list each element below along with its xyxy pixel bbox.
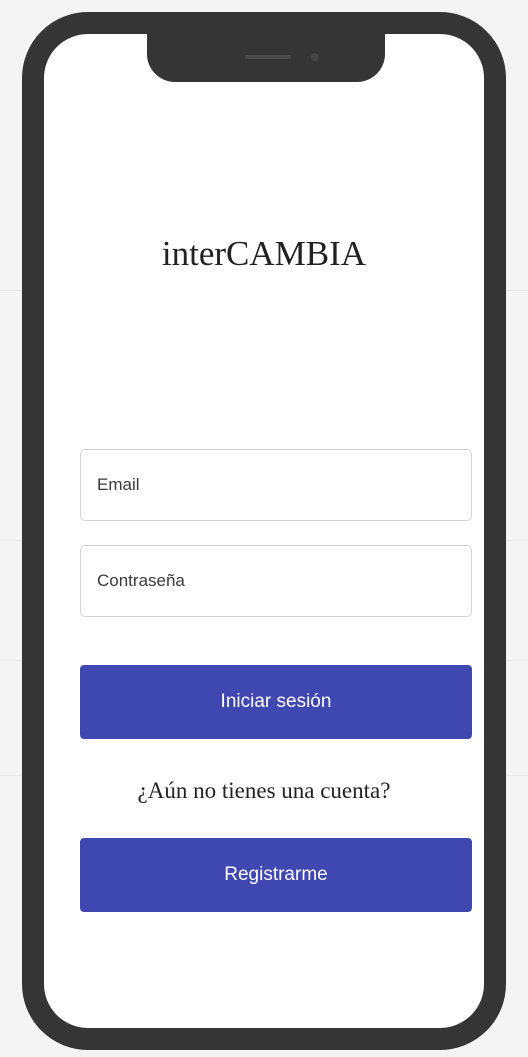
login-button[interactable]: Iniciar sesión	[80, 665, 472, 739]
password-field[interactable]	[80, 545, 472, 617]
no-account-text: ¿Aún no tienes una cuenta?	[137, 778, 391, 803]
camera-icon	[311, 53, 319, 61]
email-field[interactable]	[80, 449, 472, 521]
app-title: interCAMBIA	[161, 234, 367, 273]
speaker-icon	[245, 55, 291, 59]
phone-notch	[147, 30, 385, 82]
phone-frame: interCAMBIA Iniciar sesión ¿Aún no tiene…	[22, 12, 506, 1050]
register-button[interactable]: Registrarme	[80, 838, 472, 912]
